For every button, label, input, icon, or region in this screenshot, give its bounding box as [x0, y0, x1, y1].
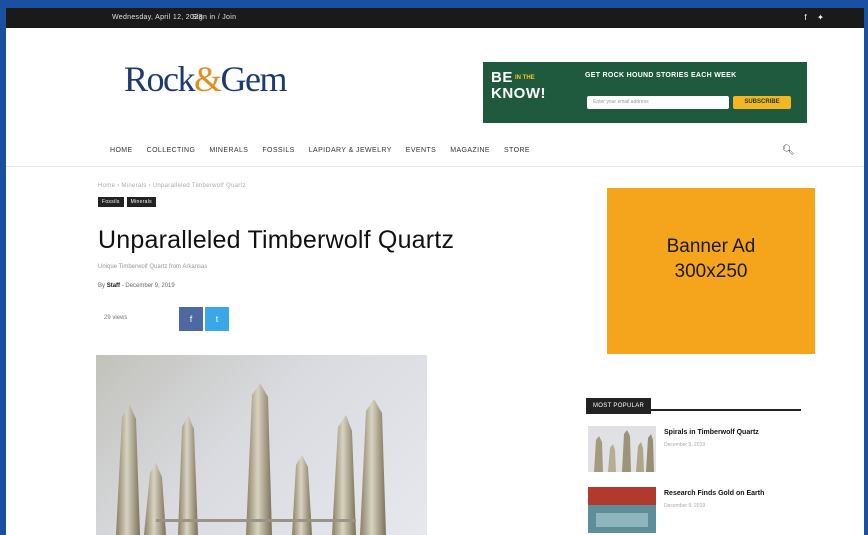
logo-ampersand: &	[194, 59, 222, 99]
top-bar: Wednesday, April 12, 2023 Sign in / Join…	[6, 8, 864, 28]
category-tag-fossils[interactable]: Fossils	[98, 197, 124, 207]
nav-item-magazine[interactable]: MAGAZINE	[450, 147, 490, 154]
popular-item-thumbnail[interactable]	[588, 487, 656, 533]
view-count: 29 views	[104, 315, 128, 321]
article-subtitle: Unique Timberwolf Quartz from Arkansas	[98, 264, 208, 270]
article-featured-image[interactable]	[96, 355, 427, 535]
nav-item-lapidary[interactable]: LAPIDARY & JEWELRY	[309, 147, 392, 154]
nav-items: HOME COLLECTING MINERALS FOSSILS LAPIDAR…	[110, 147, 530, 154]
nav-item-home[interactable]: HOME	[110, 147, 133, 154]
most-popular-label: MOST POPULAR	[586, 398, 652, 414]
promo-email-field[interactable]: Enter your email address	[587, 96, 729, 109]
article-title: Unparalleled Timberwolf Quartz	[98, 226, 455, 254]
article-date: - December 9, 2019	[121, 283, 175, 289]
facebook-icon: f	[189, 314, 193, 324]
newsletter-promo-banner: BE IN THE KNOW! GET ROCK HOUND STORIES E…	[483, 62, 807, 123]
popular-item[interactable]: Research Finds Gold on Earth December 9,…	[588, 487, 803, 535]
facebook-icon[interactable]: f	[802, 13, 809, 22]
article-byline: By Staff - December 9, 2019	[98, 283, 175, 289]
banner-ad-line1: Banner Ad	[666, 236, 756, 257]
red-blue-thumbnail-image	[588, 487, 656, 533]
logo-text-gem: Gem	[220, 59, 288, 99]
nav-item-events[interactable]: EVENTS	[406, 147, 436, 154]
nav-item-minerals[interactable]: MINERALS	[209, 147, 248, 154]
main-nav: HOME COLLECTING MINERALS FOSSILS LAPIDAR…	[6, 139, 864, 167]
twitter-share-button[interactable]: t	[205, 307, 229, 331]
promo-tagline: GET ROCK HOUND STORIES EACH WEEK	[585, 72, 737, 79]
popular-item-date: December 9, 2019	[664, 442, 706, 448]
site-logo[interactable]: Rock&Gem	[124, 58, 288, 100]
nav-item-collecting[interactable]: COLLECTING	[147, 147, 196, 154]
top-bar-date: Wednesday, April 12, 2023	[112, 14, 203, 21]
popular-item-thumbnail[interactable]	[588, 426, 656, 472]
web-page: Wednesday, April 12, 2023 Sign in / Join…	[6, 8, 864, 535]
category-tag-minerals[interactable]: Minerals	[126, 197, 156, 207]
social-links: f ✦	[802, 13, 824, 22]
byline-prefix: By	[98, 283, 106, 289]
facebook-share-button[interactable]: f	[179, 307, 203, 331]
promo-line2: KNOW!	[491, 85, 546, 102]
twitter-icon[interactable]: ✦	[817, 13, 824, 22]
sign-in-link[interactable]: Sign in / Join	[192, 14, 236, 21]
banner-ad[interactable]: Banner Ad 300x250	[607, 188, 815, 354]
promo-line1: BE	[491, 69, 513, 86]
popular-item[interactable]: Spirals in Timberwolf Quartz December 9,…	[588, 426, 803, 474]
quartz-thumbnail-image	[588, 426, 656, 472]
popular-item-date: December 9, 2019	[664, 503, 706, 509]
nav-item-store[interactable]: STORE	[504, 147, 530, 154]
nav-item-fossils[interactable]: FOSSILS	[262, 147, 294, 154]
popular-item-title[interactable]: Spirals in Timberwolf Quartz	[664, 429, 759, 436]
banner-ad-line2: 300x250	[674, 261, 748, 282]
search-icon[interactable]: 🔍︎	[782, 145, 795, 156]
subscribe-button[interactable]: SUBSCRIBE	[733, 96, 791, 109]
share-bar: 29 views f t	[98, 307, 258, 331]
quartz-crystals-illustration	[116, 383, 386, 535]
author-link[interactable]: Staff	[107, 283, 120, 289]
logo-text-rock: Rock	[124, 59, 196, 99]
category-tags: Fossils Minerals	[98, 197, 156, 207]
twitter-icon: t	[215, 314, 219, 324]
popular-item-title[interactable]: Research Finds Gold on Earth	[664, 490, 764, 497]
most-popular-heading: MOST POPULAR	[586, 394, 801, 414]
breadcrumb[interactable]: Home › Minerals › Unparalleled Timberwol…	[98, 183, 246, 189]
promo-line1-small: IN THE	[515, 75, 535, 81]
